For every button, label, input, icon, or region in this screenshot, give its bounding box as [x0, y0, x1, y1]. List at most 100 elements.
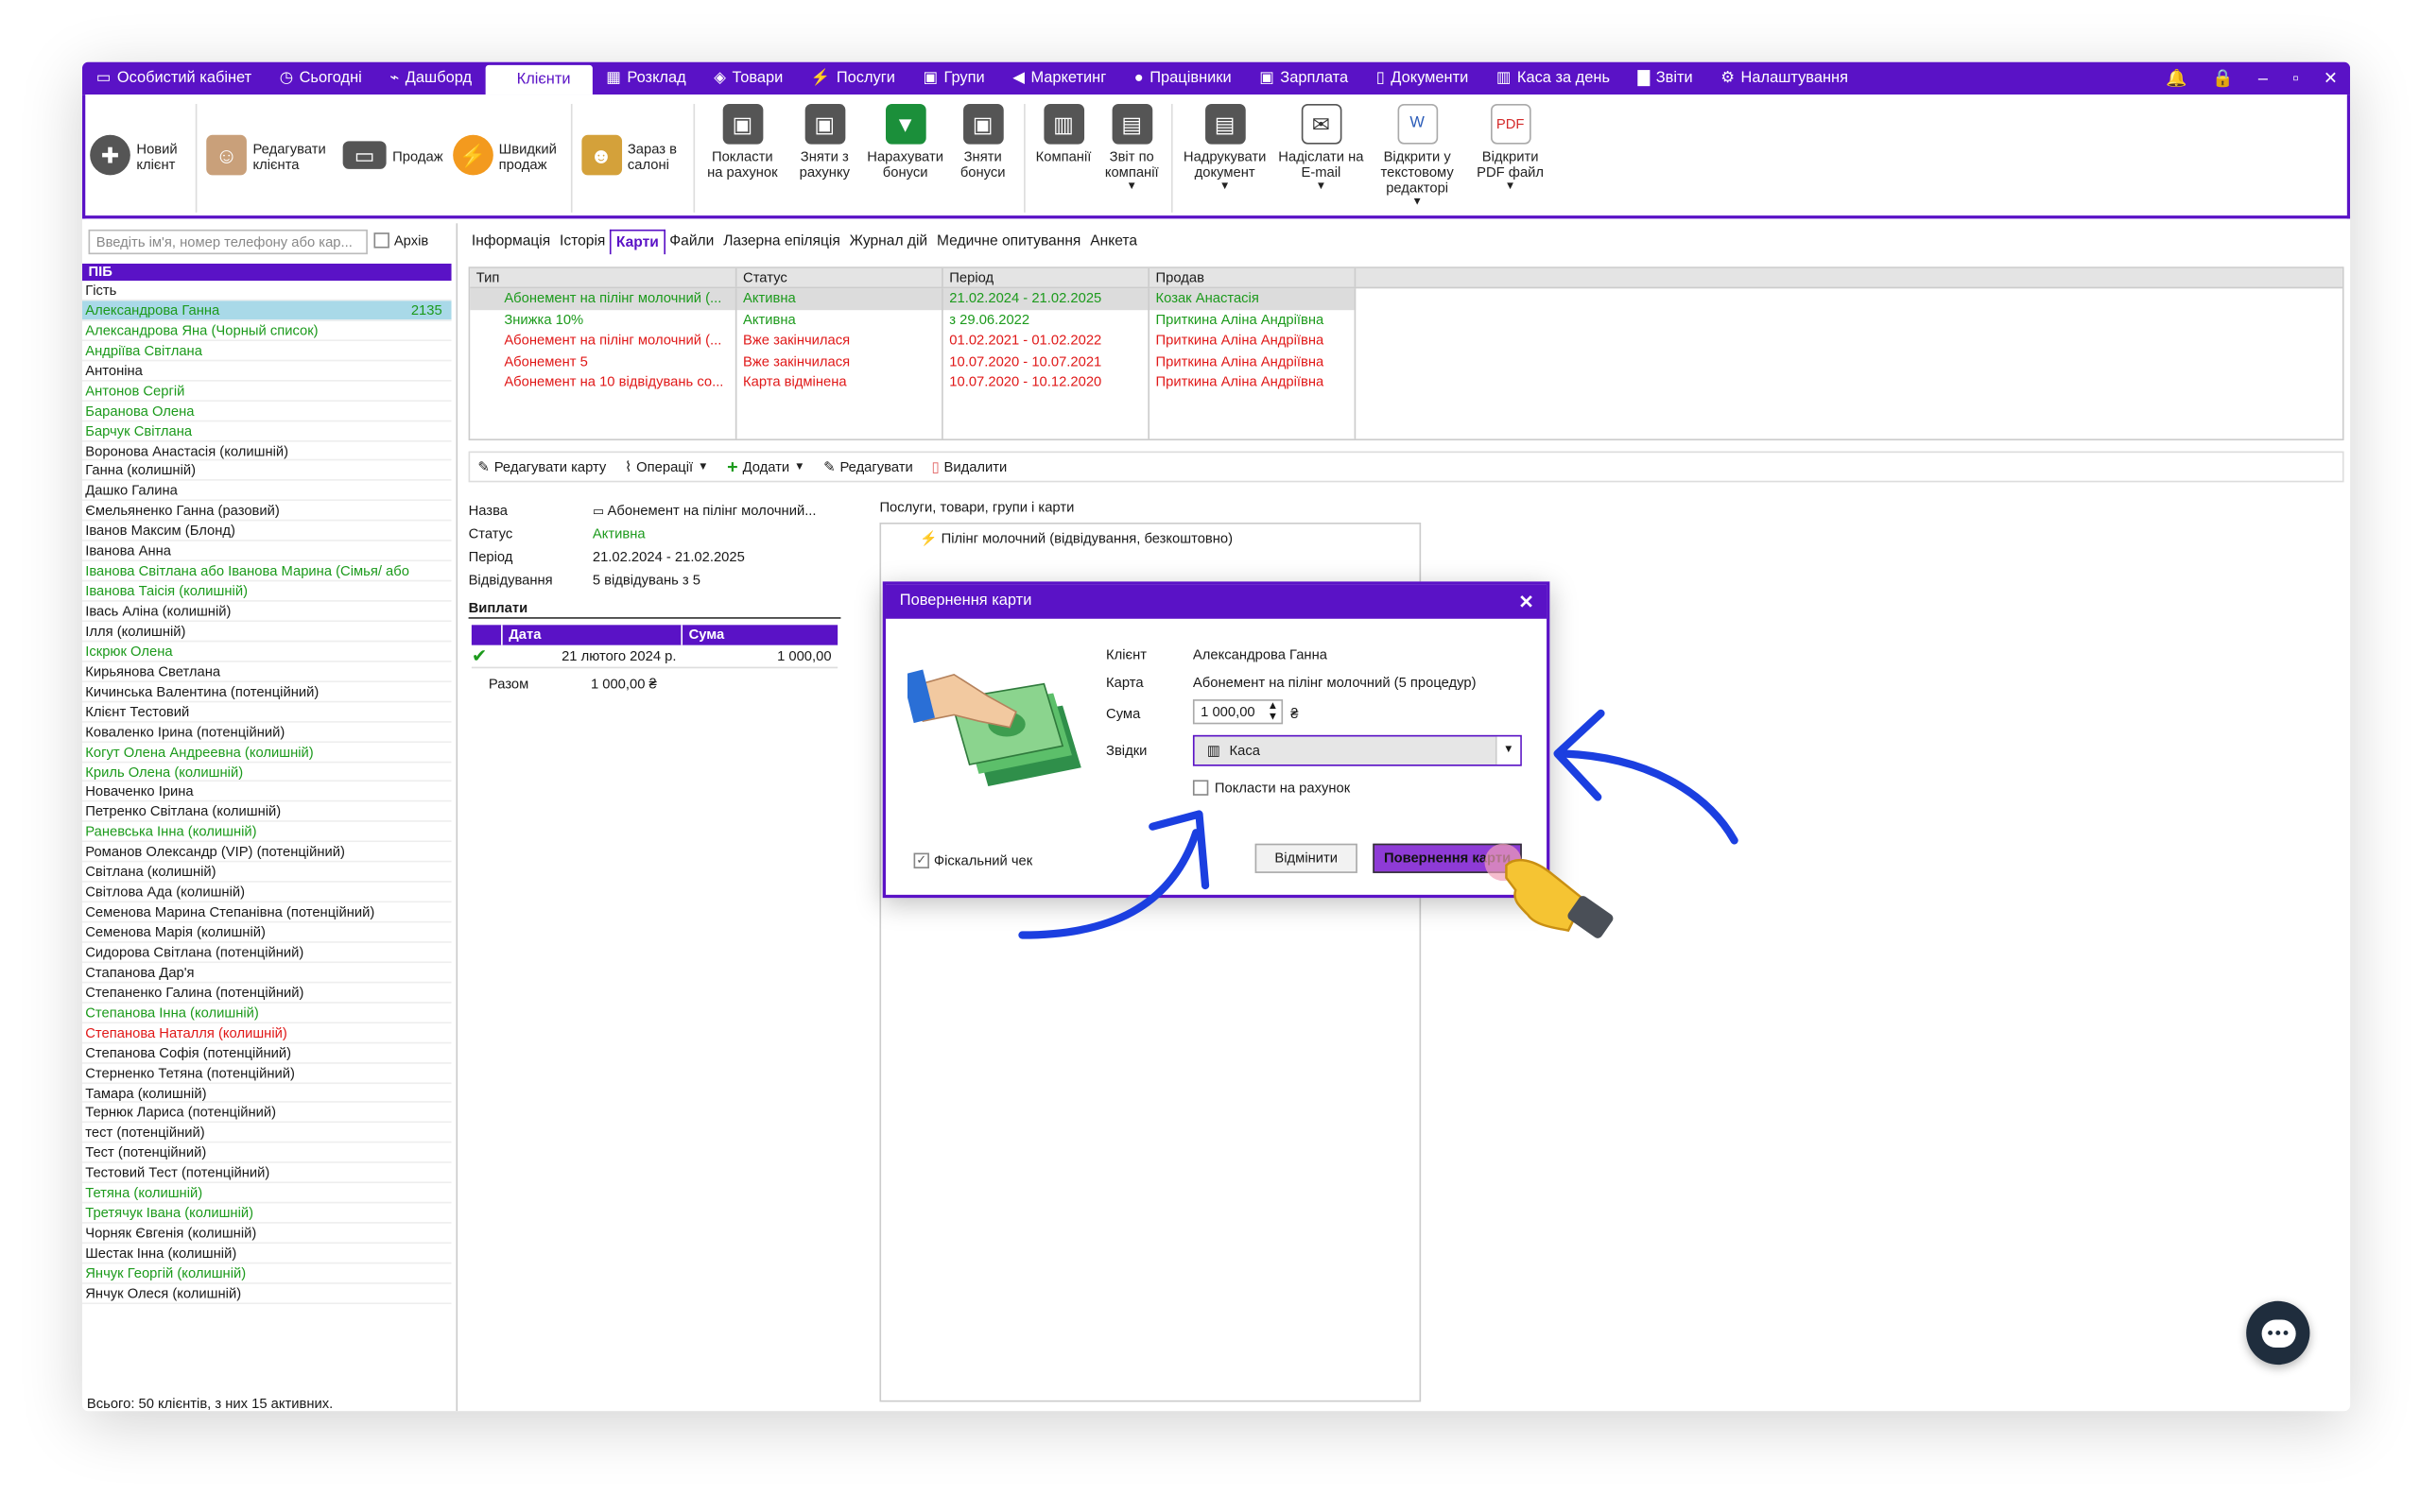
maximize-icon[interactable]: ▫: [2292, 69, 2298, 88]
client-list-item[interactable]: Третячук Івана (колишній): [81, 1204, 452, 1224]
client-list-item[interactable]: Світлана (колишній): [81, 863, 452, 883]
new-client-button[interactable]: ✚ Новий клієнт: [85, 101, 191, 213]
subtab[interactable]: Історія: [555, 230, 610, 254]
add-button[interactable]: + Додати ▼: [727, 455, 804, 477]
client-list-item[interactable]: Янчук Георгій (колишній): [81, 1263, 452, 1284]
withdraw-bonus-button[interactable]: ▣ Зняти бонуси: [947, 101, 1018, 183]
client-list-item[interactable]: Івась Аліна (колишній): [81, 602, 452, 622]
checkbox-box[interactable]: [1192, 780, 1209, 796]
menu-tab-1[interactable]: ◷ Сьогодні: [266, 62, 376, 94]
menu-tab-13[interactable]: ▇ Звіти: [1624, 62, 1707, 94]
client-list-item[interactable]: Ілля (колишній): [81, 622, 452, 643]
menu-tab-12[interactable]: ▥ Каса за день: [1482, 62, 1624, 94]
client-list-item[interactable]: Антонов Сергій: [81, 381, 452, 402]
in-salon-button[interactable]: ☻ Зараз в салоні: [577, 101, 688, 213]
column-period[interactable]: Період: [943, 267, 1150, 287]
client-list-item[interactable]: Іскрюк Олена: [81, 642, 452, 662]
archive-checkbox[interactable]: Архів: [373, 232, 428, 249]
column-status[interactable]: Статус: [736, 267, 943, 287]
client-list-item[interactable]: Янчук Олеся (колишній): [81, 1284, 452, 1304]
sale-button[interactable]: ▭ Продаж: [338, 101, 448, 213]
client-list-item[interactable]: Новаченко Ірина: [81, 782, 452, 803]
menu-tab-8[interactable]: ◀ Маркетинг: [998, 62, 1120, 94]
subtab[interactable]: Анкета: [1085, 230, 1142, 254]
menu-tab-6[interactable]: ⚡ Послуги: [797, 62, 909, 94]
companies-report-button[interactable]: ▤ Звіт по компанії ▼: [1098, 101, 1166, 198]
client-list-item[interactable]: Андріїва Світлана: [81, 341, 452, 361]
client-list-item[interactable]: Александрова Яна (Чорный список): [81, 320, 452, 341]
menu-tab-4[interactable]: ▦ Розклад: [593, 62, 700, 94]
card-row[interactable]: Абонемент на пілінг молочний (... Активна…: [470, 288, 1357, 310]
client-list-item[interactable]: Петренко Світлана (колишній): [81, 802, 452, 823]
column-seller[interactable]: Продав: [1150, 267, 1357, 287]
client-list-item[interactable]: Іванова Анна: [81, 541, 452, 562]
operations-button[interactable]: ⌇ Операції ▼: [625, 458, 708, 475]
print-document-button[interactable]: ▤ Надрукувати документ ▼: [1177, 101, 1273, 198]
put-on-account-checkbox[interactable]: Покласти на рахунок: [1192, 780, 1350, 796]
client-list-item[interactable]: Кичинська Валентина (потенційний): [81, 682, 452, 702]
payment-row[interactable]: ✔ 21 лютого 2024 р. 1 000,00: [471, 645, 838, 669]
client-list-item[interactable]: Тернюк Лариса (потенційний): [81, 1103, 452, 1124]
client-list-item[interactable]: Іванов Максим (Блонд): [81, 522, 452, 542]
send-email-button[interactable]: ✉ Надіслати на E-mail ▼: [1273, 101, 1370, 198]
client-list-item[interactable]: Стапанова Дар'я: [81, 963, 452, 984]
client-list-item[interactable]: Семенова Марина Степанівна (потенційний): [81, 902, 452, 923]
column-date[interactable]: Дата: [503, 625, 683, 645]
close-icon[interactable]: ✕: [2324, 68, 2338, 89]
subtab[interactable]: Медичне опитування: [932, 230, 1085, 254]
service-item[interactable]: ⚡ Пілінг молочний (відвідування, безкошт…: [920, 530, 1233, 547]
client-list-item[interactable]: Степанова Інна (колишній): [81, 1003, 452, 1023]
client-list-item[interactable]: Романов Олександр (VIP) (потенційний): [81, 842, 452, 863]
column-type[interactable]: Тип: [470, 267, 737, 287]
edit-client-button[interactable]: ☺ Редагувати клієнта: [201, 101, 337, 213]
chat-button[interactable]: [2246, 1300, 2310, 1366]
client-list-item[interactable]: Тестовий Тест (потенційний): [81, 1163, 452, 1184]
card-row[interactable]: Абонемент на 10 відвідувань со... Карта в…: [470, 372, 2342, 393]
subtab[interactable]: Журнал дій: [845, 230, 932, 254]
lock-icon[interactable]: 🔒: [2212, 68, 2233, 89]
client-list-item[interactable]: Степанова Наталля (колишній): [81, 1023, 452, 1043]
client-list-item[interactable]: Чорняк Євгенія (колишній): [81, 1224, 452, 1245]
client-list-item[interactable]: Сидорова Світлана (потенційний): [81, 943, 452, 963]
card-row[interactable]: Знижка 10% Активна з 29.06.2022 Приткина Ал…: [470, 309, 2342, 330]
menu-tab-10[interactable]: ▣ Зарплата: [1245, 62, 1361, 94]
client-list-header[interactable]: ПІБ: [81, 263, 452, 282]
menu-tab-2[interactable]: ⌁ Дашборд: [376, 62, 486, 94]
client-list-item[interactable]: Семенова Марія (колишній): [81, 922, 452, 943]
open-pdf-button[interactable]: PDF Відкрити PDF файл ▼: [1465, 101, 1555, 198]
client-list-item[interactable]: Барчук Світлана: [81, 421, 452, 441]
client-list-item[interactable]: Криль Олена (колишній): [81, 763, 452, 782]
client-list-item[interactable]: Клієнт Тестовий: [81, 702, 452, 723]
client-list-item[interactable]: тест (потенційний): [81, 1124, 452, 1143]
client-list-item[interactable]: Кирьянова Светлана: [81, 662, 452, 682]
minimize-icon[interactable]: –: [2258, 69, 2268, 88]
client-list-item[interactable]: Когут Олена Андреевна (колишній): [81, 742, 452, 763]
card-row[interactable]: Абонемент 5 Вже закінчилася 10.07.2020 - 1…: [470, 352, 2342, 372]
client-list-item[interactable]: Ємельяненко Ганна (разовий): [81, 502, 452, 522]
source-select[interactable]: ▥ Каса ▼: [1192, 734, 1522, 766]
put-on-account-button[interactable]: ▣ Покласти на рахунок: [699, 101, 786, 183]
column-amount[interactable]: Сума: [683, 625, 838, 644]
edit-button[interactable]: ✎ Редагувати: [823, 458, 913, 475]
client-list-item[interactable]: Шестак Інна (колишній): [81, 1244, 452, 1264]
stepper-arrows-icon[interactable]: ▲ ▼: [1268, 701, 1278, 723]
client-list-item[interactable]: Степаненко Галина (потенційний): [81, 983, 452, 1004]
client-list-item[interactable]: Іванова Світлана або Іванова Марина (Сім…: [81, 561, 452, 582]
subtab[interactable]: Карти: [610, 229, 666, 255]
client-list-item[interactable]: Воронова Анастасія (колишній): [81, 441, 452, 462]
client-list-item[interactable]: Дашко Галина: [81, 481, 452, 502]
subtab[interactable]: Файли: [665, 230, 718, 254]
client-list-item[interactable]: Гість: [81, 281, 452, 301]
client-list-item[interactable]: Стерненко Тетяна (потенційний): [81, 1063, 452, 1084]
menu-tab-0[interactable]: ▭ Особистий кабінет: [82, 62, 266, 94]
withdraw-account-button[interactable]: ▣ Зняти з рахунку: [786, 101, 863, 183]
chevron-down-icon[interactable]: ▼: [1495, 736, 1521, 765]
client-list-item[interactable]: Баранова Олена: [81, 401, 452, 421]
menu-tab-9[interactable]: ● Працівники: [1120, 62, 1245, 94]
accrue-bonus-button[interactable]: ▼ Нарахувати бонуси: [863, 101, 947, 183]
companies-button[interactable]: ▥ Компанії: [1029, 101, 1098, 168]
subtab[interactable]: Інформація: [467, 230, 555, 254]
client-list-item[interactable]: Раневська Інна (колишній): [81, 822, 452, 843]
client-list-item[interactable]: Александрова Ганна 2135: [81, 301, 452, 321]
menu-tab-14[interactable]: ⚙ Налаштування: [1706, 62, 1861, 94]
